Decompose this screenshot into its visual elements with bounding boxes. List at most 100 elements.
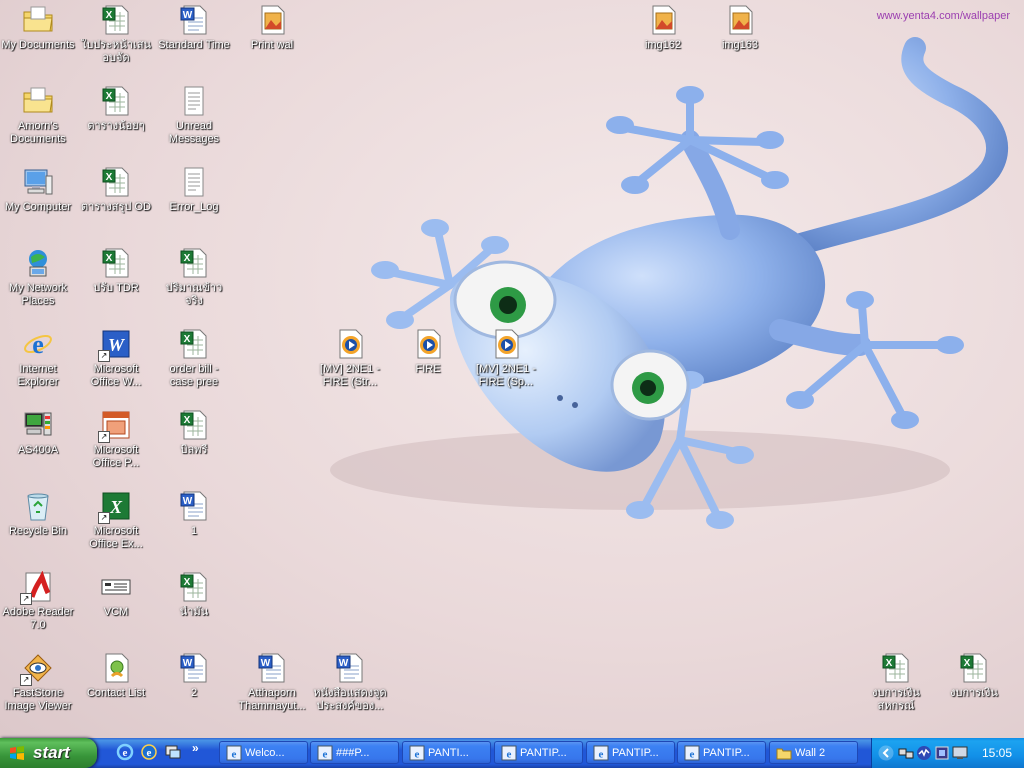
show-desktop-icon[interactable]: [164, 743, 182, 761]
desktop-icon[interactable]: X ตารางน้อยๆ: [78, 85, 154, 133]
desktop-icon[interactable]: [MV] 2NE1 - FIRE (Str...: [312, 328, 388, 389]
excel-file-icon: X: [880, 652, 912, 684]
desktop-icon-label: img162: [644, 39, 682, 51]
taskbar-button[interactable]: e PANTIP...: [586, 741, 675, 764]
svg-text:X: X: [109, 497, 123, 517]
text-file-icon: [178, 85, 210, 117]
desktop-icon[interactable]: Contact List: [78, 652, 154, 700]
start-button[interactable]: start: [0, 738, 97, 768]
desktop-icon[interactable]: Amorn's Documents: [0, 85, 76, 146]
desktop-icon[interactable]: ↗ FastStone Image Viewer: [0, 652, 76, 713]
monitor-icon[interactable]: [952, 745, 968, 761]
taskbar-button[interactable]: e PANTIP...: [494, 741, 583, 764]
desktop-icon[interactable]: X ปริมาณข้าวจริง: [156, 247, 232, 308]
taskbar-button[interactable]: e ###P...: [310, 741, 399, 764]
excel-file-icon: X: [178, 328, 210, 360]
shortcut-arrow-icon: ↗: [98, 431, 110, 443]
desktop-icon[interactable]: [MV] 2NE1 - FIRE (Sp...: [468, 328, 544, 389]
taskbar-button[interactable]: Wall 2: [769, 741, 858, 764]
desktop-icon-label: Print wal: [250, 39, 294, 51]
word-file-icon: W: [334, 652, 366, 684]
desktop-icon[interactable]: My Documents: [0, 4, 76, 52]
desktop[interactable]: www.yenta4.com/wallpaper My Documents X ใบ…: [0, 0, 1024, 738]
svg-text:e: e: [323, 749, 328, 761]
shortcut-arrow-icon: ↗: [98, 512, 110, 524]
desktop-icon-label: งบการเงิน สหกรณ์: [872, 687, 920, 712]
desktop-icon[interactable]: img162: [625, 4, 701, 52]
network-places-icon: [22, 247, 54, 279]
desktop-icon[interactable]: X ใบประหน้าเสนอบจัด: [78, 4, 154, 65]
desktop-icon[interactable]: AS400A: [0, 409, 76, 457]
clock[interactable]: 15:05: [982, 738, 1012, 768]
collapse-chevron-icon[interactable]: [878, 745, 894, 761]
desktop-icon[interactable]: X บิลพรี: [156, 409, 232, 457]
excel-file-icon: X: [178, 571, 210, 603]
desktop-icon[interactable]: W ↗ Microsoft Office W...: [78, 328, 154, 389]
desktop-icon[interactable]: e Internet Explorer: [0, 328, 76, 389]
taskbar-button-label: ###P...: [336, 747, 370, 759]
taskbar-button[interactable]: e PANTIP...: [677, 741, 766, 764]
desktop-icon[interactable]: Print wal: [234, 4, 310, 52]
my-documents-folder-icon: [22, 4, 54, 36]
desktop-icon-label: Adobe Reader 7.0: [2, 606, 74, 631]
desktop-icon[interactable]: X ↗ Microsoft Office Ex...: [78, 490, 154, 551]
word-file-icon: W: [178, 652, 210, 684]
desktop-icon-label: ตารางสรุป OD: [81, 201, 151, 213]
desktop-icon-label: order bill - case pree: [169, 363, 219, 388]
desktop-icon-label: 2: [190, 687, 198, 699]
desktop-icon[interactable]: X ตารางสรุป OD: [78, 166, 154, 214]
internet-explorer-icon: e: [22, 328, 54, 360]
desktop-icon[interactable]: W Standard Time: [156, 4, 232, 52]
svg-text:X: X: [886, 658, 893, 669]
start-label: start: [33, 743, 70, 762]
svg-text:X: X: [184, 253, 191, 264]
desktop-icon[interactable]: W1: [156, 490, 232, 538]
system-tray: EN 15:05: [832, 738, 1024, 768]
desktop-icon-label: [MV] 2NE1 - FIRE (Sp...: [476, 363, 536, 388]
media-file-icon: [490, 328, 522, 360]
taskbar-button-label: PANTIP...: [520, 747, 567, 759]
antivirus-icon[interactable]: [934, 745, 950, 761]
desktop-icon[interactable]: ↗ Microsoft Office P...: [78, 409, 154, 470]
desktop-icon[interactable]: X น้ำมัน: [156, 571, 232, 619]
desktop-icon[interactable]: ↗ Adobe Reader 7.0: [0, 570, 76, 632]
svg-text:W: W: [261, 658, 271, 669]
desktop-icon[interactable]: X งบการเงิน สหกรณ์: [858, 652, 934, 713]
desktop-icon[interactable]: W2: [156, 652, 232, 700]
volume-icon[interactable]: [916, 745, 932, 761]
desktop-icon[interactable]: VCM: [78, 571, 154, 619]
desktop-icon[interactable]: img163: [702, 4, 778, 52]
desktop-icon[interactable]: Xorder bill - case pree: [156, 328, 232, 389]
vcm-icon: [100, 571, 132, 603]
network-icon[interactable]: [898, 745, 914, 761]
desktop-icon[interactable]: Error_Log: [156, 166, 232, 214]
desktop-icon[interactable]: X ปรับ TDR: [78, 247, 154, 295]
ie-icon[interactable]: e: [116, 743, 134, 761]
image-file-icon: [647, 4, 679, 36]
svg-text:e: e: [32, 330, 44, 359]
excel-file-icon: X: [100, 4, 132, 36]
desktop-icon[interactable]: Recycle Bin: [0, 490, 76, 538]
ie-icon[interactable]: e: [140, 743, 158, 761]
taskbar-button[interactable]: e PANTI...: [402, 741, 491, 764]
desktop-icon[interactable]: W หนังสือแสดงจุดประสงค์ของ...: [312, 652, 388, 713]
svg-text:e: e: [599, 749, 604, 761]
user-documents-folder-icon: [22, 85, 54, 117]
excel-file-icon: X: [100, 166, 132, 198]
adobe-reader-icon: ↗: [20, 570, 54, 605]
desktop-icon-label: Contact List: [86, 687, 146, 699]
taskbar-button-label: Wall 2: [795, 747, 826, 759]
desktop-icon[interactable]: Unread Messages: [156, 85, 232, 146]
desktop-icon[interactable]: My Network Places: [0, 247, 76, 308]
desktop-icon[interactable]: W Atthaporn Thammayut...: [234, 652, 310, 713]
desktop-icon[interactable]: My Computer: [0, 166, 76, 214]
media-file-icon: [334, 328, 366, 360]
powerpoint-shortcut-icon: ↗: [98, 409, 132, 443]
desktop-icon[interactable]: FIRE: [390, 328, 466, 376]
desktop-icon-label: 1: [190, 525, 198, 537]
taskbar-button-label: PANTI...: [428, 747, 469, 759]
recycle-bin-icon: [22, 490, 54, 522]
quick-launch-more-button[interactable]: »: [192, 741, 199, 755]
desktop-icon[interactable]: X งบการเงิน: [936, 652, 1012, 700]
taskbar-button[interactable]: e Welco...: [219, 741, 308, 764]
